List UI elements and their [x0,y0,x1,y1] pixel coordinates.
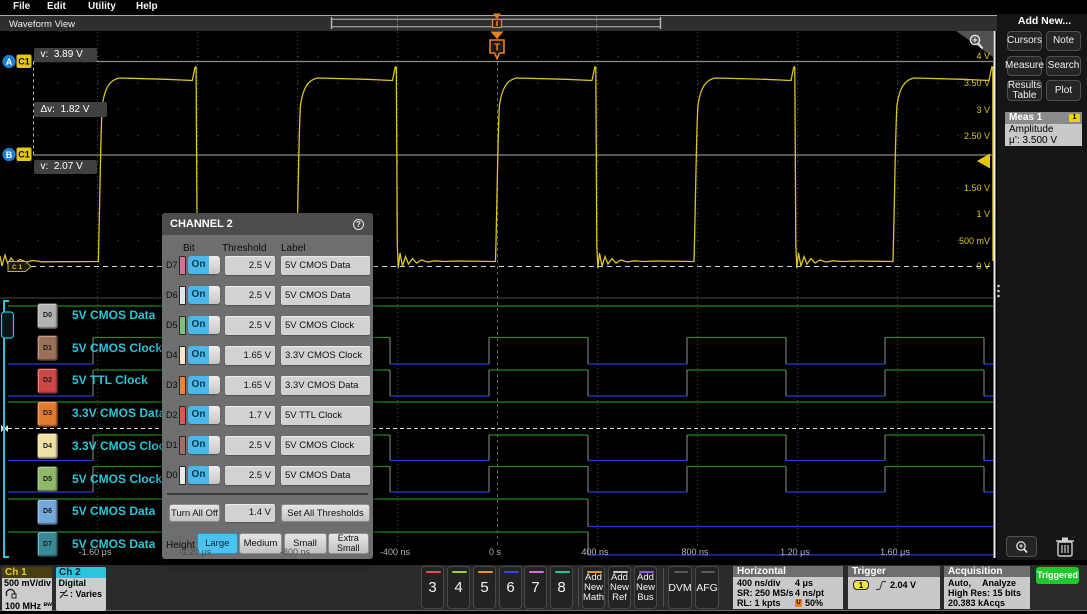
svg-text:A: A [6,57,13,67]
svg-text:C1: C1 [18,150,30,160]
svg-text:C1: C1 [18,57,30,67]
svg-text:T: T [494,43,500,54]
svg-text:C 1: C 1 [12,264,23,271]
svg-text:B: B [6,150,13,160]
